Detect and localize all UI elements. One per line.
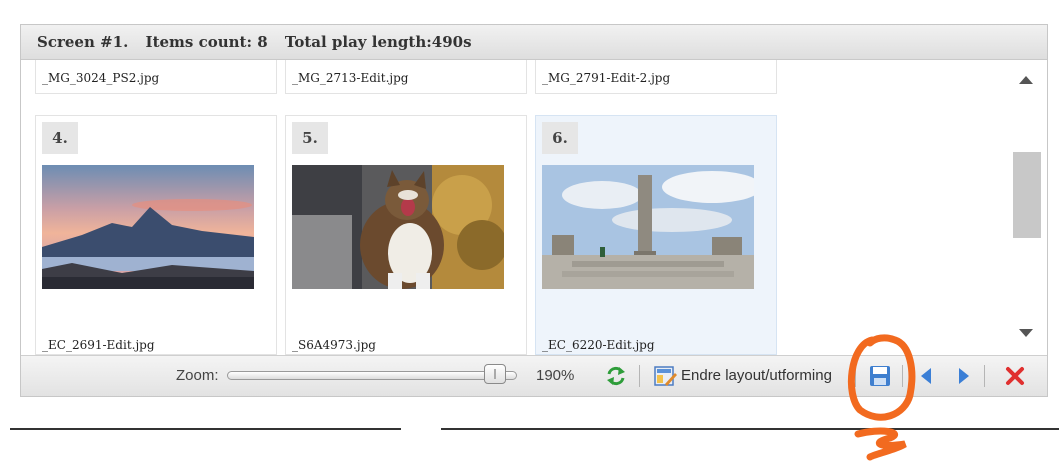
tile-filename: _MG_3024_PS2.jpg <box>42 71 160 85</box>
tile-number: 6. <box>542 122 578 154</box>
close-icon[interactable] <box>1003 364 1027 388</box>
zoom-slider-handle[interactable] <box>484 364 506 384</box>
vertical-scrollbar[interactable] <box>1006 60 1046 355</box>
mountain-sunset-photo <box>42 165 254 289</box>
thumbnail-tile[interactable]: 5. _S6A4973.jpg <box>285 115 527 355</box>
screen-header: Screen #1. Items count: 8 Total play len… <box>21 25 1047 60</box>
thumbnail-tile[interactable]: 4. _EC_2691-Edit.jpg <box>35 115 277 355</box>
total-play-length: Total play length:490s <box>284 33 472 51</box>
refresh-icon[interactable] <box>604 364 628 388</box>
save-icon[interactable] <box>868 364 892 388</box>
annotation-squiggle <box>854 427 907 461</box>
thumbnail-grid: _MG_3024_PS2.jpg _MG_2713-Edit.jpg _MG_2… <box>21 60 1021 355</box>
thumbnail-tile[interactable]: 6. _EC_6220-Edit.jpg <box>535 115 777 355</box>
scroll-thumb[interactable] <box>1013 152 1041 238</box>
zoom-label: Zoom: <box>176 367 219 384</box>
tile-filename: _MG_2791-Edit-2.jpg <box>542 71 671 85</box>
bottom-divider <box>10 428 1059 430</box>
toolbar-separator <box>984 365 985 387</box>
scroll-down-arrow-icon[interactable] <box>1019 329 1033 337</box>
edit-layout-icon[interactable] <box>653 364 677 388</box>
tile-filename: _EC_6220-Edit.jpg <box>542 338 655 352</box>
screen-panel: Screen #1. Items count: 8 Total play len… <box>20 24 1048 397</box>
zoom-slider[interactable] <box>227 371 517 380</box>
tile-filename: _EC_2691-Edit.jpg <box>42 338 155 352</box>
zoom-value: 190% <box>536 367 575 384</box>
thumbnail-tile[interactable]: _MG_2713-Edit.jpg <box>285 60 527 94</box>
tile-number: 5. <box>292 122 328 154</box>
items-count: Items count: 8 <box>145 33 268 51</box>
bottom-toolbar: Zoom: 190% Endre layout/utforming <box>21 355 1047 396</box>
previous-arrow-icon[interactable] <box>915 364 939 388</box>
bottom-divider-gap <box>401 425 441 432</box>
tile-filename: _S6A4973.jpg <box>292 338 376 352</box>
toolbar-separator <box>902 365 903 387</box>
toolbar-separator <box>855 365 856 387</box>
monolith-park-photo <box>542 165 754 289</box>
tile-filename: _MG_2713-Edit.jpg <box>292 71 409 85</box>
top-band <box>0 0 1059 8</box>
thumbnail-tile[interactable]: _MG_3024_PS2.jpg <box>35 60 277 94</box>
scroll-up-arrow-icon[interactable] <box>1019 76 1033 84</box>
cat-photo <box>292 165 504 289</box>
toolbar-separator <box>639 365 640 387</box>
thumbnail-tile[interactable]: _MG_2791-Edit-2.jpg <box>535 60 777 94</box>
screen-number: Screen #1. <box>37 33 129 51</box>
edit-layout-label[interactable]: Endre layout/utforming <box>681 367 832 384</box>
next-arrow-icon[interactable] <box>951 364 975 388</box>
tile-number: 4. <box>42 122 78 154</box>
